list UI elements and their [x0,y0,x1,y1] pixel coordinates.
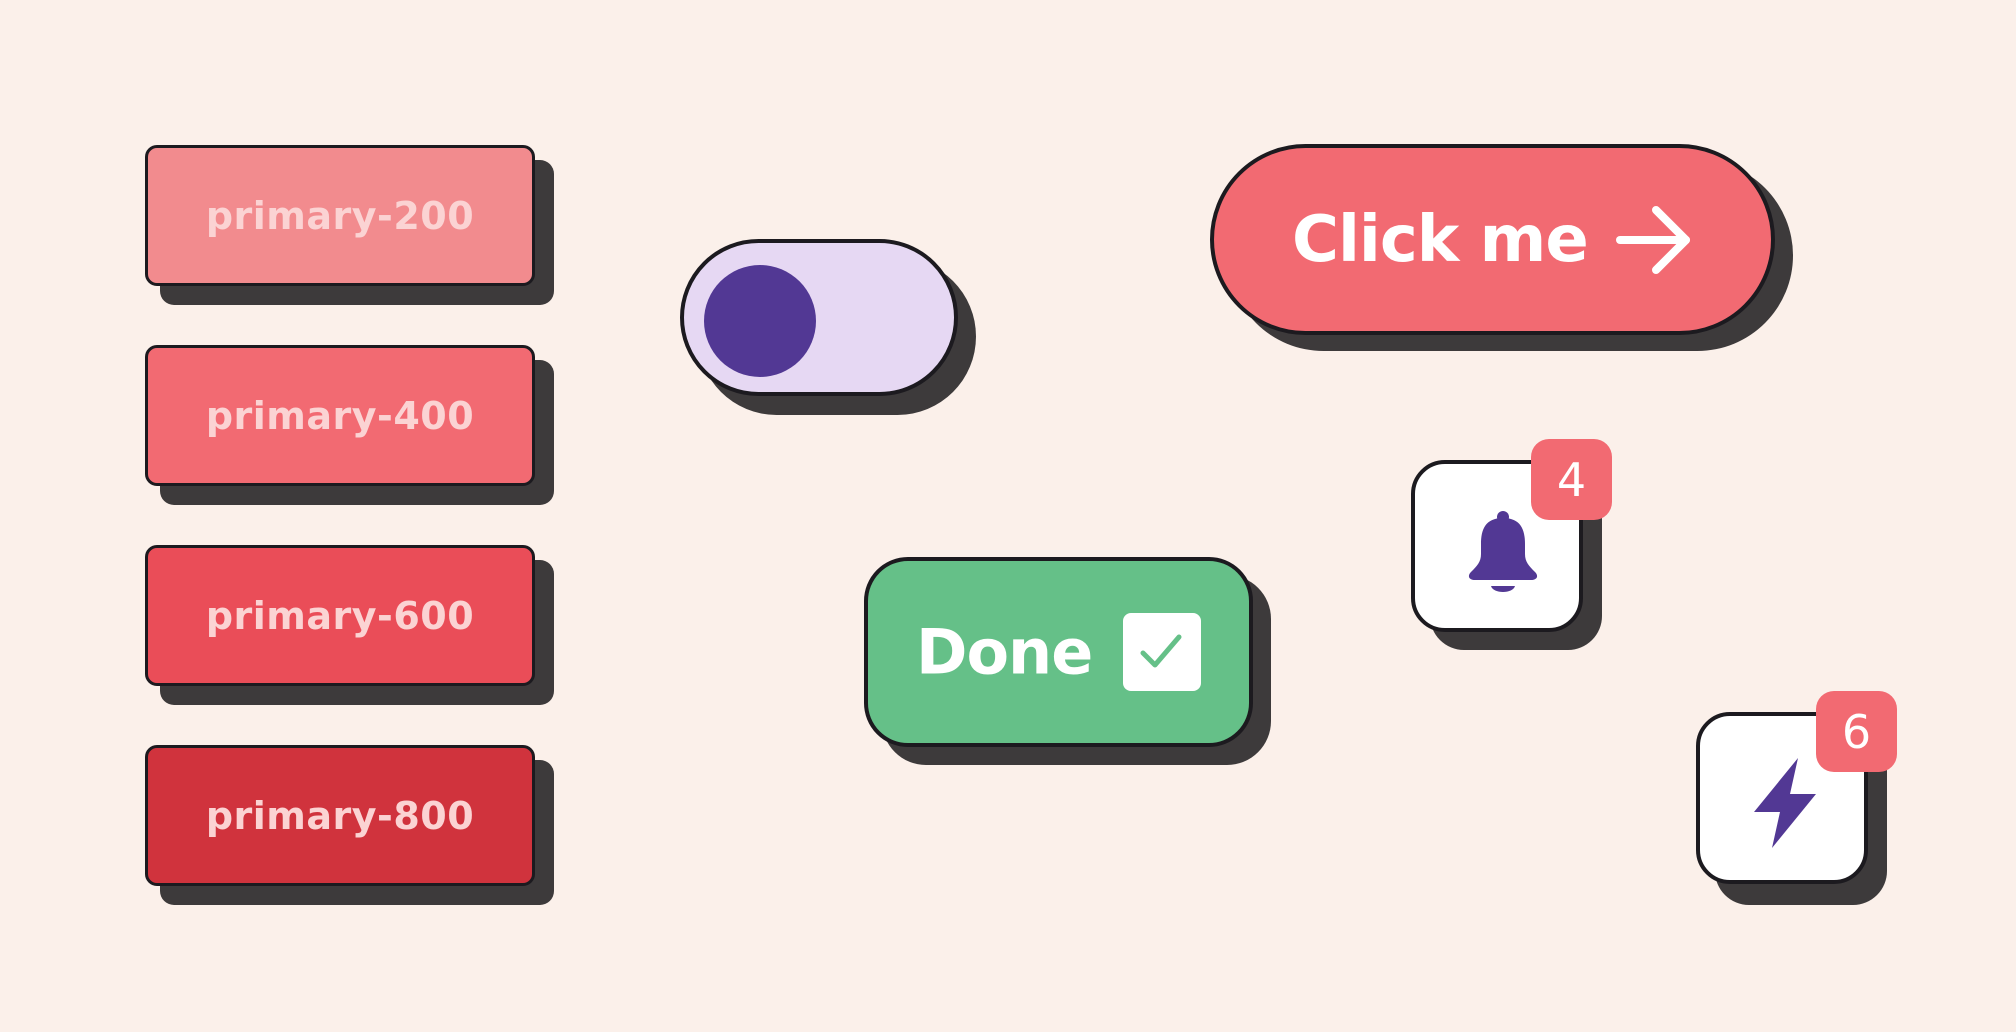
primary-600-label: primary-600 [205,593,475,638]
primary-200-label: primary-200 [205,193,475,238]
click-me-button[interactable]: Click me [1210,144,1775,335]
toggle-knob [704,265,816,377]
primary-600-button[interactable]: primary-600 [145,545,535,686]
primary-800-label: primary-800 [205,793,475,838]
alert-count-badge: 6 [1816,691,1897,772]
primary-800-button[interactable]: primary-800 [145,745,535,886]
done-label: Done [916,615,1093,689]
lightning-bolt-icon [1754,758,1816,848]
arrow-right-icon [1616,206,1690,274]
checkbox-checked-icon [1123,613,1201,691]
notification-count-badge: 4 [1531,439,1612,520]
primary-400-button[interactable]: primary-400 [145,345,535,486]
primary-400-label: primary-400 [205,393,475,438]
alert-count: 6 [1841,704,1872,759]
notification-count: 4 [1556,452,1587,507]
alerts-button[interactable]: 6 [1696,691,1897,884]
click-me-label: Click me [1292,202,1589,277]
toggle-switch[interactable] [680,239,958,396]
notifications-button[interactable]: 4 [1411,439,1612,632]
bell-icon [1468,511,1538,592]
done-button[interactable]: Done [864,557,1253,747]
primary-200-button[interactable]: primary-200 [145,145,535,286]
